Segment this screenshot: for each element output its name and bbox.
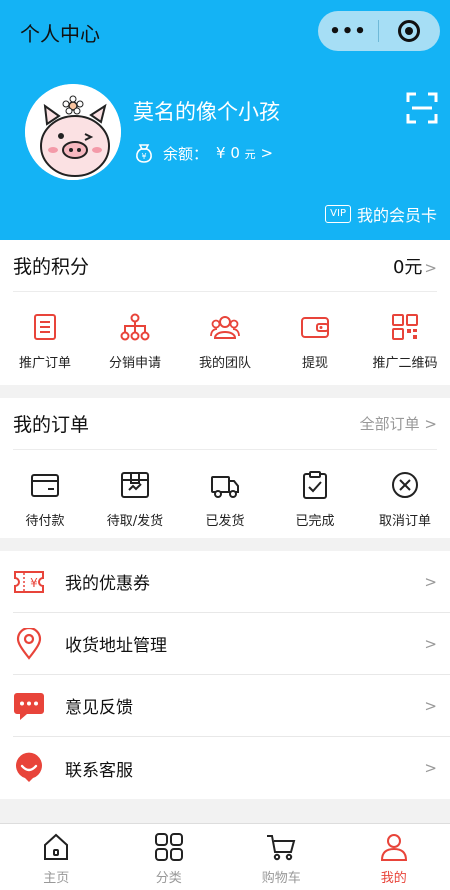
chevron-right-icon: > bbox=[424, 759, 437, 777]
list-label: 意见反馈 bbox=[65, 698, 133, 718]
all-orders-link[interactable]: 全部订单 > bbox=[360, 413, 437, 434]
coupons-item[interactable]: ¥ 我的优惠券 > bbox=[13, 551, 450, 613]
orders-grid: 待付款 待取/发货 已发货 已完成 取消订单 bbox=[0, 450, 450, 529]
list-label: 收货地址管理 bbox=[65, 636, 167, 656]
tab-label: 主页 bbox=[43, 871, 70, 886]
grid-label: 推广订单 bbox=[18, 356, 71, 371]
customer-service-item[interactable]: 联系客服 > bbox=[13, 737, 450, 799]
money-bag-icon: ¥ bbox=[136, 144, 152, 163]
points-value: 0元 bbox=[392, 256, 423, 278]
list-label: 我的优惠券 bbox=[65, 574, 150, 594]
grid-label: 取消订单 bbox=[378, 514, 431, 529]
coupon-icon: ¥ bbox=[14, 570, 44, 593]
team-icon bbox=[210, 316, 240, 339]
wallet-icon bbox=[301, 317, 329, 338]
hierarchy-icon bbox=[120, 313, 150, 341]
svg-text:¥: ¥ bbox=[30, 576, 38, 590]
smile-icon bbox=[16, 752, 42, 782]
pending-payment-button[interactable]: 待付款 bbox=[0, 470, 90, 529]
cancel-circle-icon bbox=[392, 472, 418, 498]
vip-badge-icon: VIP bbox=[325, 205, 351, 223]
box-icon bbox=[121, 472, 149, 498]
cancelled-orders-button[interactable]: 取消订单 bbox=[360, 470, 450, 529]
shipped-button[interactable]: 已发货 bbox=[180, 470, 270, 529]
all-orders-label: 全部订单 bbox=[359, 415, 420, 433]
points-grid: 推广订单 分销申请 我的团队 提现 推广二维码 bbox=[0, 292, 450, 371]
promo-orders-button[interactable]: 推广订单 bbox=[0, 312, 90, 371]
orders-card: 我的订单 全部订单 > 待付款 待取/发货 已发货 已完成 取消订单 bbox=[0, 398, 450, 538]
svg-text:¥: ¥ bbox=[141, 152, 146, 161]
username: 莫名的像个小孩 bbox=[133, 100, 280, 124]
card-icon bbox=[31, 474, 59, 497]
pending-shipment-button[interactable]: 待取/发货 bbox=[90, 470, 180, 529]
balance-arrow: > bbox=[260, 144, 274, 162]
promo-qrcode-button[interactable]: 推广二维码 bbox=[360, 312, 450, 371]
balance-row[interactable]: ¥ 余额： ¥ 0 元 > bbox=[133, 142, 273, 164]
tab-label: 我的 bbox=[380, 871, 407, 886]
withdraw-button[interactable]: 提现 bbox=[270, 312, 360, 371]
vip-card-link[interactable]: VIP 我的会员卡 bbox=[325, 202, 437, 226]
grid-label: 待取/发货 bbox=[106, 514, 164, 529]
page-title: 个人中心 bbox=[20, 22, 100, 46]
avatar[interactable] bbox=[25, 84, 121, 180]
profile-header: 个人中心 ••• 莫名的像个小孩 ¥ 余额： ¥ 0 元 > VIP 我的会员卡 bbox=[0, 0, 450, 240]
tab-label: 购物车 bbox=[261, 871, 301, 886]
orders-title: 我的订单 bbox=[13, 414, 90, 436]
tab-category[interactable]: 分类 bbox=[113, 824, 226, 890]
address-item[interactable]: 收货地址管理 > bbox=[13, 613, 450, 675]
feedback-item[interactable]: 意见反馈 > bbox=[13, 675, 450, 737]
cart-icon bbox=[267, 835, 296, 861]
points-card: 我的积分 0元 > 推广订单 分销申请 我的团队 提现 推广二维码 bbox=[0, 240, 450, 385]
grid-icon bbox=[154, 833, 183, 861]
balance-currency: ¥ bbox=[216, 144, 226, 162]
more-dots-icon[interactable]: ••• bbox=[318, 21, 378, 42]
my-team-button[interactable]: 我的团队 bbox=[180, 312, 270, 371]
grid-label: 已发货 bbox=[205, 514, 245, 529]
vip-card-label: 我的会员卡 bbox=[356, 206, 437, 225]
tab-cart[interactable]: 购物车 bbox=[225, 824, 338, 890]
balance-label: 余额： bbox=[163, 144, 209, 163]
grid-label: 待付款 bbox=[25, 514, 65, 529]
points-header[interactable]: 我的积分 0元 > bbox=[13, 240, 437, 292]
qrcode-icon bbox=[392, 314, 418, 340]
list-label: 联系客服 bbox=[65, 760, 133, 781]
chevron-right-icon: > bbox=[424, 572, 437, 591]
clipboard-check-icon bbox=[303, 471, 327, 499]
tab-label: 分类 bbox=[155, 871, 182, 886]
user-icon bbox=[380, 834, 407, 861]
tab-mine[interactable]: 我的 bbox=[338, 824, 450, 890]
tab-home[interactable]: 主页 bbox=[0, 824, 113, 890]
grid-label: 分销申请 bbox=[108, 356, 161, 371]
miniprogram-capsule: ••• bbox=[318, 11, 440, 51]
balance-value: 0 bbox=[230, 144, 240, 162]
completed-button[interactable]: 已完成 bbox=[270, 470, 360, 529]
grid-label: 我的团队 bbox=[198, 356, 251, 371]
truck-icon bbox=[211, 476, 239, 498]
location-icon bbox=[16, 627, 42, 660]
grid-label: 提现 bbox=[301, 356, 328, 371]
balance-unit: 元 bbox=[244, 148, 256, 161]
grid-label: 推广二维码 bbox=[372, 356, 438, 371]
chevron-right-icon: > bbox=[424, 415, 437, 433]
grid-label: 已完成 bbox=[295, 514, 335, 529]
chevron-right-icon: > bbox=[424, 258, 437, 277]
chat-icon bbox=[14, 692, 44, 720]
scan-icon[interactable] bbox=[406, 92, 438, 124]
chevron-right-icon: > bbox=[424, 696, 437, 715]
points-title: 我的积分 bbox=[13, 256, 90, 278]
home-icon bbox=[44, 833, 69, 860]
target-icon[interactable] bbox=[379, 20, 439, 42]
bottom-tab-bar: 主页 分类 购物车 我的 bbox=[0, 823, 450, 890]
orders-header: 我的订单 全部订单 > bbox=[13, 398, 437, 450]
distribution-apply-button[interactable]: 分销申请 bbox=[90, 312, 180, 371]
menu-list: ¥ 我的优惠券 > 收货地址管理 > 意见反馈 > 联系客服 > bbox=[0, 551, 450, 799]
document-icon bbox=[34, 314, 56, 340]
chevron-right-icon: > bbox=[424, 634, 437, 653]
